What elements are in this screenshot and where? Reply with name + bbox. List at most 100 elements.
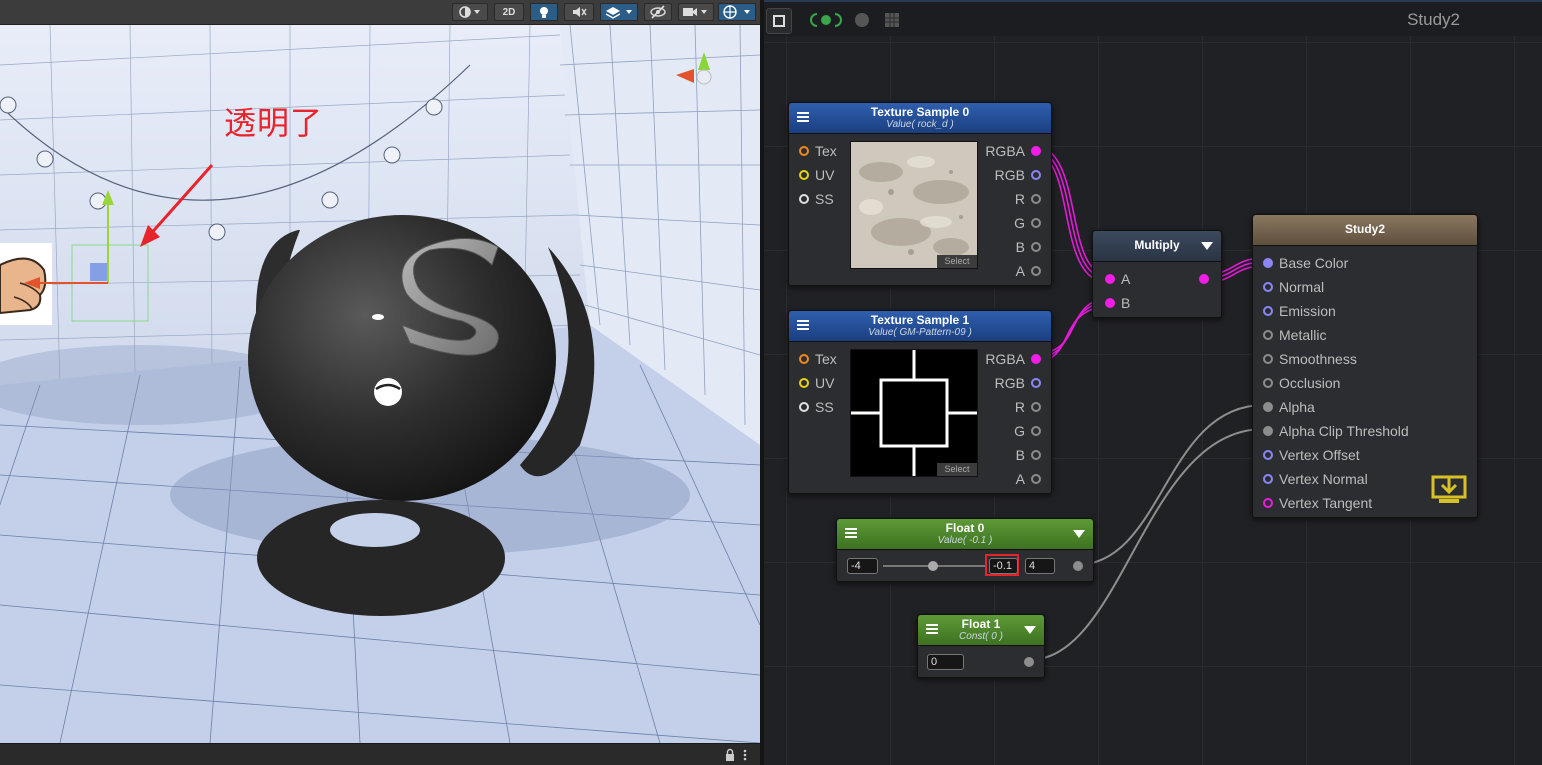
texture-preview-rock[interactable]: Select bbox=[850, 141, 978, 269]
port-dot-icon[interactable] bbox=[1105, 274, 1115, 284]
node-header[interactable]: Texture Sample 0 Value( rock_d ) bbox=[789, 103, 1051, 134]
shading-mode-button[interactable] bbox=[452, 3, 488, 21]
port-dot-icon[interactable] bbox=[1263, 378, 1273, 388]
port-dot-icon[interactable] bbox=[1031, 402, 1041, 412]
node-header[interactable]: Study2 bbox=[1253, 215, 1477, 246]
value-field[interactable]: 0 bbox=[927, 654, 964, 670]
port-b[interactable]: B bbox=[1016, 447, 1041, 463]
menu-icon[interactable] bbox=[845, 528, 857, 538]
port-dot-icon[interactable] bbox=[1199, 274, 1209, 284]
port-dot-icon[interactable] bbox=[1263, 402, 1273, 412]
port-uv[interactable]: UV bbox=[799, 375, 834, 391]
select-button[interactable]: Select bbox=[937, 463, 977, 476]
port-rgba[interactable]: RGBA bbox=[985, 143, 1041, 159]
port-tex[interactable]: Tex bbox=[799, 143, 837, 159]
port-alpha[interactable]: Alpha bbox=[1263, 399, 1315, 415]
port-dot-icon[interactable] bbox=[1263, 306, 1273, 316]
port-dot-icon[interactable] bbox=[1263, 354, 1273, 364]
chevron-down-icon[interactable] bbox=[1201, 242, 1213, 250]
port-dot-icon[interactable] bbox=[1031, 450, 1041, 460]
port-b-input[interactable]: B bbox=[1105, 295, 1130, 311]
port-dot-icon[interactable] bbox=[1263, 450, 1273, 460]
port-smoothness[interactable]: Smoothness bbox=[1263, 351, 1357, 367]
port-b[interactable]: B bbox=[1016, 239, 1041, 255]
menu-icon[interactable] bbox=[797, 112, 809, 122]
scene-viewport[interactable] bbox=[0, 24, 760, 744]
chevron-down-icon[interactable] bbox=[1024, 626, 1036, 634]
port-dot-icon[interactable] bbox=[1263, 474, 1273, 484]
port-g[interactable]: G bbox=[1014, 423, 1041, 439]
port-base-color[interactable]: Base Color bbox=[1263, 255, 1348, 271]
port-dot-icon[interactable] bbox=[799, 378, 809, 388]
port-g[interactable]: G bbox=[1014, 215, 1041, 231]
port-dot-icon[interactable] bbox=[1031, 146, 1041, 156]
scene-view[interactable]: 2D 透明了 bbox=[0, 0, 760, 765]
more-icon[interactable] bbox=[742, 748, 748, 762]
port-emission[interactable]: Emission bbox=[1263, 303, 1336, 319]
port-dot-icon[interactable] bbox=[799, 194, 809, 204]
lock-icon[interactable] bbox=[724, 748, 736, 762]
port-a[interactable]: A bbox=[1016, 471, 1041, 487]
port-a-input[interactable]: A bbox=[1105, 271, 1130, 287]
menu-icon[interactable] bbox=[926, 624, 938, 634]
float-1-node[interactable]: Float 1 Const( 0 ) 0 bbox=[917, 614, 1045, 678]
node-header[interactable]: Float 1 Const( 0 ) bbox=[918, 615, 1044, 646]
chevron-down-icon[interactable] bbox=[1073, 530, 1085, 538]
port-dot-icon[interactable] bbox=[1105, 298, 1115, 308]
port-ss[interactable]: SS bbox=[799, 399, 834, 415]
texture-sample-1-node[interactable]: Texture Sample 1 Value( GM-Pattern-09 ) … bbox=[788, 310, 1052, 494]
audio-toggle-button[interactable] bbox=[564, 3, 594, 21]
port-rgb[interactable]: RGB bbox=[995, 167, 1041, 183]
max-field[interactable]: 4 bbox=[1025, 558, 1055, 574]
texture-sample-0-node[interactable]: Texture Sample 0 Value( rock_d ) Tex UV … bbox=[788, 102, 1052, 286]
port-dot-icon[interactable] bbox=[1031, 242, 1041, 252]
port-a[interactable]: A bbox=[1016, 263, 1041, 279]
port-dot-icon[interactable] bbox=[1263, 498, 1273, 508]
visibility-toggle-button[interactable] bbox=[644, 3, 672, 21]
lighting-toggle-button[interactable] bbox=[530, 3, 558, 21]
port-normal[interactable]: Normal bbox=[1263, 279, 1324, 295]
port-dot-icon[interactable] bbox=[1031, 194, 1041, 204]
port-r[interactable]: R bbox=[1015, 399, 1041, 415]
port-dot-icon[interactable] bbox=[1031, 170, 1041, 180]
node-header[interactable]: Float 0 Value( -0.1 ) bbox=[837, 519, 1093, 550]
port-dot-icon[interactable] bbox=[1031, 266, 1041, 276]
port-dot-icon[interactable] bbox=[799, 146, 809, 156]
port-rgb[interactable]: RGB bbox=[995, 375, 1041, 391]
port-dot-icon[interactable] bbox=[799, 354, 809, 364]
menu-icon[interactable] bbox=[797, 320, 809, 330]
shader-graph-canvas[interactable]: Study2 Texture Sample 0 Value( rock_d ) … bbox=[764, 0, 1542, 765]
port-r[interactable]: R bbox=[1015, 191, 1041, 207]
port-dot-icon[interactable] bbox=[1073, 561, 1083, 571]
2d-toggle-button[interactable]: 2D bbox=[494, 3, 524, 21]
select-button[interactable]: Select bbox=[937, 255, 977, 268]
node-header[interactable]: Texture Sample 1 Value( GM-Pattern-09 ) bbox=[789, 311, 1051, 342]
camera-settings-button[interactable] bbox=[678, 3, 714, 21]
port-output[interactable] bbox=[1073, 558, 1083, 574]
float-0-node[interactable]: Float 0 Value( -0.1 ) -4 -0.1 4 bbox=[836, 518, 1094, 582]
port-dot-icon[interactable] bbox=[1263, 330, 1273, 340]
port-dot-icon[interactable] bbox=[1031, 378, 1041, 388]
port-vertex-normal[interactable]: Vertex Normal bbox=[1263, 471, 1368, 487]
port-dot-icon[interactable] bbox=[1263, 426, 1273, 436]
port-tex[interactable]: Tex bbox=[799, 351, 837, 367]
value-field[interactable]: -0.1 bbox=[989, 558, 1018, 574]
effects-toggle-button[interactable] bbox=[600, 3, 638, 21]
port-uv[interactable]: UV bbox=[799, 167, 834, 183]
port-metallic[interactable]: Metallic bbox=[1263, 327, 1326, 343]
port-dot-icon[interactable] bbox=[799, 170, 809, 180]
node-header[interactable]: Multiply bbox=[1093, 231, 1221, 262]
port-vertex-offset[interactable]: Vertex Offset bbox=[1263, 447, 1360, 463]
port-output[interactable] bbox=[1199, 271, 1209, 287]
min-field[interactable]: -4 bbox=[847, 558, 878, 574]
port-ss[interactable]: SS bbox=[799, 191, 834, 207]
port-dot-icon[interactable] bbox=[1031, 218, 1041, 228]
texture-preview-pattern[interactable]: Select bbox=[850, 349, 978, 477]
value-slider[interactable] bbox=[883, 561, 985, 571]
port-dot-icon[interactable] bbox=[1263, 282, 1273, 292]
port-rgba[interactable]: RGBA bbox=[985, 351, 1041, 367]
port-dot-icon[interactable] bbox=[1263, 258, 1273, 268]
master-output-node[interactable]: Study2 Base Color Normal Emission Metall… bbox=[1252, 214, 1478, 518]
download-output-icon[interactable] bbox=[1431, 473, 1467, 505]
port-alpha-clip-threshold[interactable]: Alpha Clip Threshold bbox=[1263, 423, 1409, 439]
